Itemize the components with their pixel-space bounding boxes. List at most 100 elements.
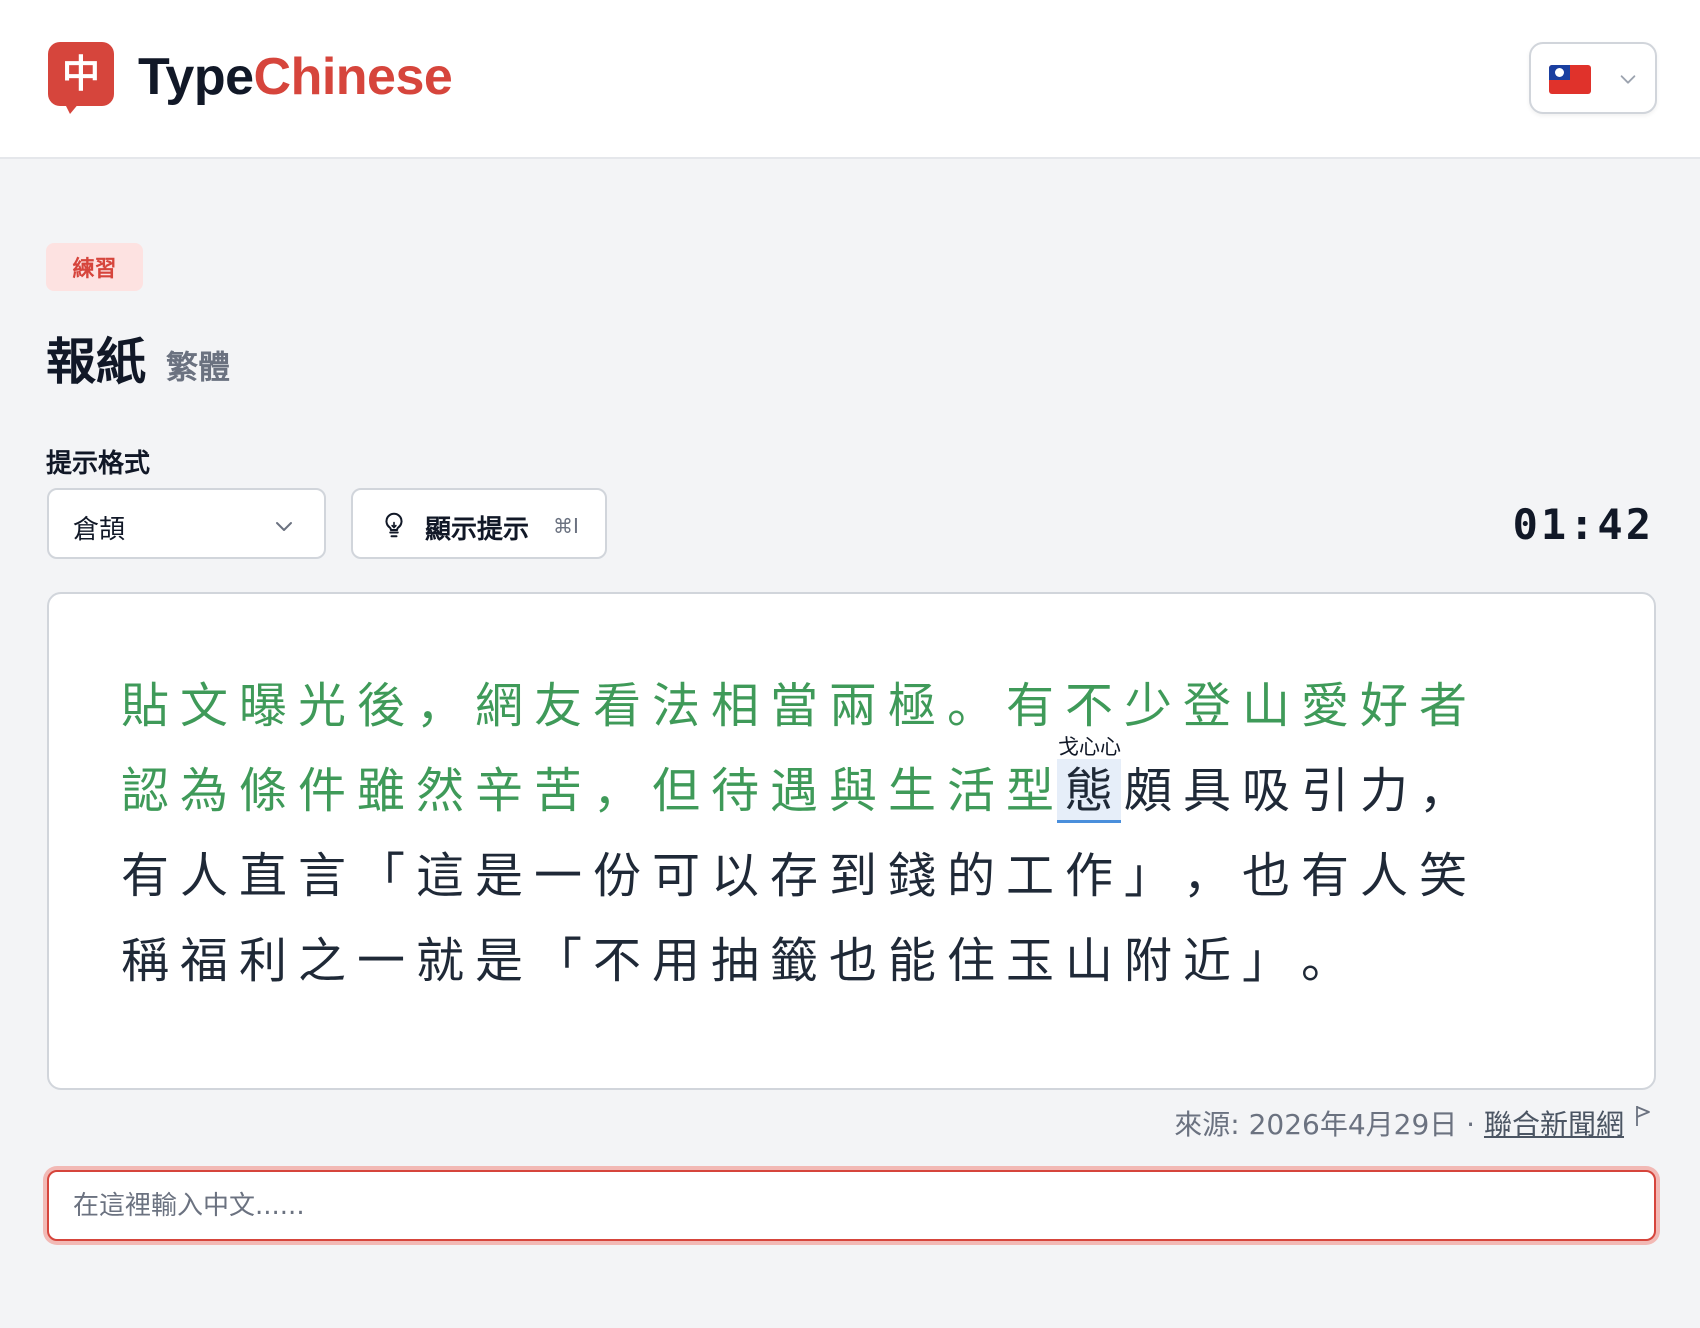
source-link[interactable]: 聯合新聞網 bbox=[1484, 1108, 1624, 1141]
passage-char: 錢 bbox=[887, 848, 936, 904]
app-header: 中 TypeChinese bbox=[0, 0, 1700, 159]
passage-char: 是 bbox=[474, 933, 523, 989]
report-flag-icon[interactable] bbox=[1634, 1104, 1652, 1128]
passage-panel: 貼文曝光後，網友看法相當兩極。有不少登山愛好者認為條件雖然辛苦，但待遇與生活型態… bbox=[47, 592, 1656, 1090]
passage-char: 件 bbox=[297, 763, 346, 819]
passage-char: 不 bbox=[1064, 678, 1113, 734]
passage-char: 有 bbox=[120, 848, 169, 904]
passage-char: 當 bbox=[769, 678, 818, 734]
passage-char: 籤 bbox=[769, 933, 818, 989]
passage-char: 。 bbox=[1300, 933, 1349, 989]
passage-char: 到 bbox=[828, 848, 877, 904]
source-citation: 來源: 2026年4月29日 · 聯合新聞網 bbox=[1174, 1103, 1624, 1143]
current-char-hint: 戈心心 bbox=[1058, 735, 1121, 759]
logo-icon[interactable]: 中 bbox=[48, 42, 114, 106]
passage-char: 頗 bbox=[1123, 763, 1172, 819]
current-char: 態 bbox=[1057, 759, 1121, 823]
language-selector-button[interactable] bbox=[1529, 42, 1657, 114]
passage-char: 一 bbox=[533, 848, 582, 904]
practice-badge: 練習 bbox=[46, 243, 143, 291]
script-subtitle: 繁體 bbox=[166, 348, 231, 386]
passage-char: 福 bbox=[179, 933, 228, 989]
passage-char: 山 bbox=[1064, 933, 1113, 989]
passage-char: 但 bbox=[651, 763, 700, 819]
passage-char: ， bbox=[1182, 848, 1231, 904]
passage-char: 份 bbox=[592, 848, 641, 904]
passage-char: 「 bbox=[533, 933, 582, 989]
passage-char: 「 bbox=[356, 848, 405, 904]
taiwan-flag-icon bbox=[1549, 65, 1591, 94]
passage-char: 用 bbox=[651, 933, 700, 989]
passage-char: 有 bbox=[1005, 678, 1054, 734]
passage-char: 作 bbox=[1064, 848, 1113, 904]
passage-char: 人 bbox=[1359, 848, 1408, 904]
passage-char: 言 bbox=[297, 848, 346, 904]
show-hint-button[interactable]: 顯示提示 ⌘I bbox=[351, 488, 607, 559]
show-hint-shortcut: ⌘I bbox=[553, 514, 579, 538]
source-prefix: 來源: 2026年4月29日 · bbox=[1174, 1108, 1484, 1141]
input-focus-ring bbox=[43, 1166, 1660, 1245]
passage-char: 曝 bbox=[238, 678, 287, 734]
passage-char: 雖 bbox=[356, 763, 405, 819]
passage-char: 笑 bbox=[1418, 848, 1467, 904]
passage-char: 山 bbox=[1241, 678, 1290, 734]
passage-char: 辛 bbox=[474, 763, 523, 819]
passage-char: 少 bbox=[1123, 678, 1172, 734]
hint-format-select[interactable]: 倉頡 bbox=[47, 488, 326, 559]
passage-char: 一 bbox=[356, 933, 405, 989]
passage-char: 文 bbox=[179, 678, 228, 734]
lightbulb-icon bbox=[385, 512, 403, 538]
passage-char: 也 bbox=[1241, 848, 1290, 904]
passage-char: 可 bbox=[651, 848, 700, 904]
passage-char: 型 bbox=[1005, 763, 1054, 819]
passage-char: 是 bbox=[474, 848, 523, 904]
passage-char: 條 bbox=[238, 763, 287, 819]
passage-char: 法 bbox=[651, 678, 700, 734]
passage-char: 好 bbox=[1359, 678, 1408, 734]
passage-char: 」 bbox=[1241, 933, 1290, 989]
passage-char: 後 bbox=[356, 678, 405, 734]
hint-format-value: 倉頡 bbox=[73, 515, 126, 545]
passage-char: 能 bbox=[887, 933, 936, 989]
passage-char: 存 bbox=[769, 848, 818, 904]
passage-char: 的 bbox=[946, 848, 995, 904]
passage-char: 看 bbox=[592, 678, 641, 734]
passage-char: 貼 bbox=[120, 678, 169, 734]
passage-char: 為 bbox=[179, 763, 228, 819]
passage-char: 之 bbox=[297, 933, 346, 989]
passage-char: 稱 bbox=[120, 933, 169, 989]
passage-char: 然 bbox=[415, 763, 464, 819]
passage-char: ， bbox=[415, 678, 464, 734]
logo-tail-shape bbox=[64, 102, 80, 114]
brand-part-type: Type bbox=[138, 48, 254, 106]
passage-char: 待 bbox=[710, 763, 759, 819]
brand-name[interactable]: TypeChinese bbox=[138, 46, 453, 108]
passage-char: 也 bbox=[828, 933, 877, 989]
passage-char: 登 bbox=[1182, 678, 1231, 734]
passage-char: 近 bbox=[1182, 933, 1231, 989]
passage-char: 以 bbox=[710, 848, 759, 904]
passage-char: 就 bbox=[415, 933, 464, 989]
passage-char: 抽 bbox=[710, 933, 759, 989]
page-title: 報紙 bbox=[46, 333, 146, 391]
passage-char: 利 bbox=[238, 933, 287, 989]
passage-char: 」 bbox=[1123, 848, 1172, 904]
timer: 01:42 bbox=[1512, 500, 1654, 549]
passage-char: 苦 bbox=[533, 763, 582, 819]
passage-char: 網 bbox=[474, 678, 523, 734]
passage-char: 與 bbox=[828, 763, 877, 819]
passage-char: 生 bbox=[887, 763, 936, 819]
passage-char: 直 bbox=[238, 848, 287, 904]
passage-char: ， bbox=[1418, 763, 1467, 819]
passage-char: 兩 bbox=[828, 678, 877, 734]
passage-char: 相 bbox=[710, 678, 759, 734]
chinese-input[interactable] bbox=[47, 1170, 1656, 1241]
passage-char: 引 bbox=[1300, 763, 1349, 819]
chevron-down-icon bbox=[276, 522, 292, 531]
logo-glyph: 中 bbox=[61, 52, 100, 96]
passage-char: 人 bbox=[179, 848, 228, 904]
passage-char: 光 bbox=[297, 678, 346, 734]
passage-char: 極 bbox=[887, 678, 936, 734]
passage-char: 愛 bbox=[1300, 678, 1349, 734]
passage-char: 活 bbox=[946, 763, 995, 819]
